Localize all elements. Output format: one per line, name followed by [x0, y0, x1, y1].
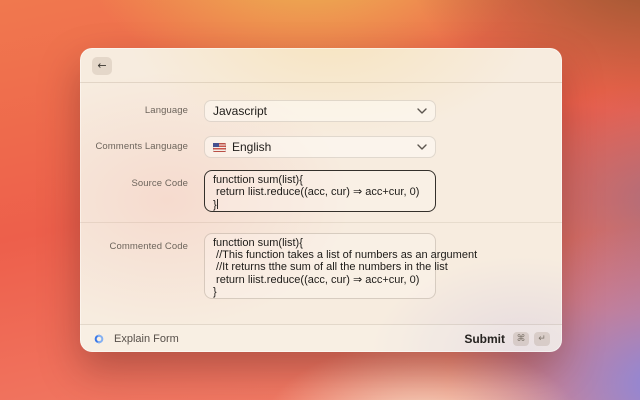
comments-language-value: English	[213, 140, 411, 154]
extension-brand: Explain Form	[92, 332, 179, 346]
action-bar: Explain Form Submit ⌘ ↵	[80, 324, 562, 352]
code-line: }	[213, 199, 427, 211]
source-code-textarea[interactable]: functtion sum(list){ return liist.reduce…	[204, 170, 436, 212]
section-divider	[80, 222, 562, 223]
chevron-down-icon	[417, 108, 427, 114]
comments-language-label: Comments Language	[80, 141, 188, 152]
code-line: //This function takes a list of numbers …	[213, 249, 427, 261]
back-button[interactable]: ←	[92, 57, 112, 75]
submit-button[interactable]: Submit	[464, 332, 505, 346]
commented-code-textarea[interactable]: functtion sum(list){ //This function tak…	[204, 233, 436, 299]
code-line: }	[213, 286, 427, 298]
code-line: return liist.reduce((acc, cur) ⇒ acc+cur…	[213, 186, 427, 198]
back-arrow-icon: ←	[97, 59, 106, 72]
language-label: Language	[80, 105, 188, 116]
code-line: return liist.reduce((acc, cur) ⇒ acc+cur…	[213, 274, 427, 286]
source-code-label: Source Code	[80, 178, 188, 189]
us-flag-icon	[213, 143, 226, 152]
comments-language-dropdown[interactable]: English	[204, 136, 436, 158]
language-dropdown[interactable]: Javascript	[204, 100, 436, 122]
text-cursor	[217, 199, 218, 209]
extension-name: Explain Form	[114, 333, 179, 345]
code-line: //It returns tthe sum of all the numbers…	[213, 261, 427, 273]
submit-shortcut: ⌘ ↵	[513, 332, 550, 346]
code-line: functtion sum(list){	[213, 237, 427, 249]
command-key-icon: ⌘	[513, 332, 529, 346]
code-line: functtion sum(list){	[213, 174, 427, 186]
chevron-down-icon	[417, 144, 427, 150]
commented-code-label: Commented Code	[80, 241, 188, 252]
window-header: ←	[80, 48, 562, 83]
return-key-icon: ↵	[534, 332, 550, 346]
code-explainer-icon	[92, 332, 106, 346]
language-value: Javascript	[213, 104, 411, 118]
raycast-form-window: ← Language Javascript Comments Language …	[80, 48, 562, 352]
